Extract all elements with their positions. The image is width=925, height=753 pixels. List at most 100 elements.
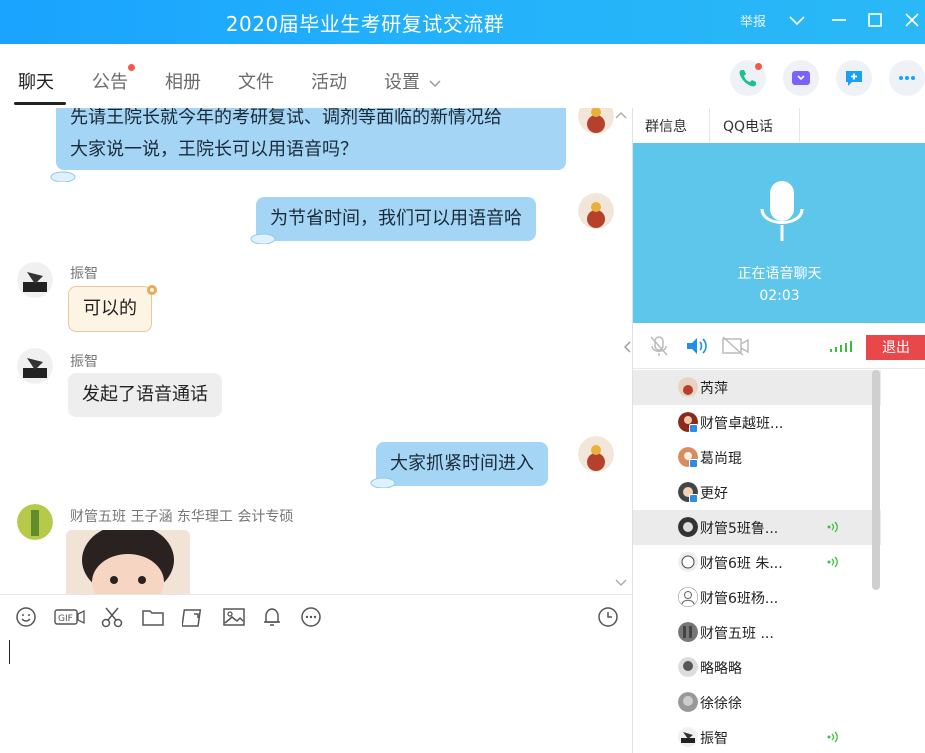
avatar[interactable] <box>578 436 614 472</box>
call-controls: 退出 <box>633 323 925 369</box>
tab-divider <box>799 108 800 142</box>
scroll-up-icon[interactable] <box>614 110 628 120</box>
sender-name: 财管五班 王子涵 东华理工 会计专硕 <box>70 509 294 525</box>
message-text: 大家说一说，王院长可以用语音吗？ <box>70 139 358 160</box>
avatar <box>678 727 698 747</box>
chevron-down-icon[interactable] <box>785 8 809 32</box>
settings-chevron-icon[interactable] <box>428 74 442 93</box>
gif-icon[interactable]: GIF <box>54 605 86 629</box>
member-name: 振智 <box>700 731 728 747</box>
avatar[interactable] <box>578 108 614 134</box>
image-icon[interactable] <box>222 605 246 629</box>
avatar[interactable] <box>17 348 53 384</box>
report-button[interactable]: 举报 <box>740 11 766 30</box>
exit-call-button[interactable]: 退出 <box>866 335 925 360</box>
more-icon <box>899 76 915 80</box>
list-item[interactable]: 财管卓越班... <box>633 405 881 440</box>
tab-files[interactable]: 文件 <box>238 68 274 94</box>
member-name: 略略略 <box>700 661 742 677</box>
tab-chat[interactable]: 聊天 <box>18 68 54 94</box>
speaking-icon <box>827 556 838 568</box>
video-call-button[interactable] <box>783 60 819 96</box>
window-title: 2020届毕业生考研复试交流群 <box>225 12 505 36</box>
list-item[interactable]: 振智 <box>633 720 881 753</box>
mobile-badge-icon <box>689 494 698 503</box>
emoji-icon[interactable] <box>14 605 38 629</box>
title-bar: 2020届毕业生考研复试交流群 举报 <box>0 0 925 44</box>
avatar[interactable] <box>17 262 53 298</box>
mic-muted-icon[interactable] <box>647 334 671 358</box>
voice-call-button[interactable] <box>730 60 766 96</box>
speaking-icon <box>827 731 838 743</box>
list-item[interactable]: 财管6班 朱... <box>633 545 881 580</box>
tab-notice[interactable]: 公告 <box>92 68 128 94</box>
folder-icon[interactable] <box>141 605 165 629</box>
message-text: 发起了语音通话 <box>82 384 208 405</box>
tab-bar: 聊天 公告 相册 文件 活动 设置 <box>0 44 925 108</box>
voice-status: 正在语音聊天 <box>737 266 822 282</box>
scroll-down-icon[interactable] <box>614 578 628 588</box>
member-list[interactable]: 芮萍 财管卓越班... 葛尚琨 更好 财管5班鲁... 财管6班 朱... 财管… <box>633 370 925 753</box>
right-panel: 群信息 QQ电话 正在语音聊天 02:03 退出 芮萍 财管卓越班... 葛尚琨… <box>624 108 925 753</box>
message-input[interactable] <box>0 638 632 753</box>
chat-area[interactable]: 先请王院长就今年的考研复试、调剂等面临的新情况给 大家说一说，王院长可以用语音吗… <box>0 108 632 594</box>
sender-name: 振智 <box>70 266 98 282</box>
avatar <box>678 587 698 607</box>
message-text: 先请王院长就今年的考研复试、调剂等面临的新情况给 <box>70 108 502 128</box>
tab-qq-call[interactable]: QQ电话 <box>723 116 773 136</box>
avatar[interactable] <box>17 504 53 540</box>
message-bubble: 先请王院长就今年的考研复试、调剂等面临的新情况给 大家说一说，王院长可以用语音吗… <box>56 108 566 170</box>
sticker-icon[interactable] <box>181 605 206 629</box>
close-icon[interactable] <box>900 8 924 32</box>
bubble-cloud-icon <box>250 233 276 244</box>
list-item[interactable]: 葛尚琨 <box>633 440 881 475</box>
member-list-scrollbar[interactable] <box>872 370 880 590</box>
bell-icon[interactable] <box>260 605 284 629</box>
call-dot-icon <box>755 63 762 70</box>
member-name: 财管5班鲁... <box>700 521 779 537</box>
avatar <box>678 657 698 677</box>
avatar <box>678 377 698 397</box>
message-text: 为节省时间，我们可以用语音哈 <box>270 208 522 229</box>
message-bubble: 为节省时间，我们可以用语音哈 <box>256 197 536 241</box>
tab-settings[interactable]: 设置 <box>384 68 420 94</box>
member-name: 财管6班杨... <box>700 591 779 607</box>
voice-chat-panel: 正在语音聊天 02:03 <box>633 143 925 323</box>
tab-activity[interactable]: 活动 <box>311 68 347 94</box>
avatar <box>678 552 698 572</box>
list-item[interactable]: 财管五班 ... <box>633 615 881 650</box>
tab-divider <box>709 108 710 142</box>
list-item[interactable]: 芮萍 <box>633 370 881 405</box>
avatar[interactable] <box>578 193 614 229</box>
list-item[interactable]: 略略略 <box>633 650 881 685</box>
message-text: 可以的 <box>83 298 137 319</box>
bubble-cloud-icon <box>370 477 396 488</box>
camera-off-icon[interactable] <box>721 334 751 358</box>
mobile-badge-icon <box>689 424 698 433</box>
svg-text:GIF: GIF <box>58 614 73 624</box>
list-item[interactable]: 更好 <box>633 475 881 510</box>
speaker-icon[interactable] <box>684 334 710 358</box>
list-item[interactable]: 财管5班鲁... <box>633 510 881 545</box>
list-item[interactable]: 财管6班杨... <box>633 580 881 615</box>
mobile-badge-icon <box>689 459 698 468</box>
bubble-cloud-icon <box>50 171 76 182</box>
share-screen-button[interactable] <box>836 60 872 96</box>
image-message[interactable] <box>66 530 190 594</box>
tab-group-info[interactable]: 群信息 <box>645 116 687 136</box>
minimize-icon[interactable] <box>827 8 851 32</box>
more-button[interactable] <box>889 60 925 96</box>
member-name: 财管卓越班... <box>700 416 784 432</box>
list-item[interactable]: 徐徐徐 <box>633 685 881 720</box>
history-clock-icon[interactable] <box>596 605 620 629</box>
more-tools-icon[interactable] <box>299 605 323 629</box>
input-toolbar: GIF <box>0 594 632 638</box>
sender-name: 振智 <box>70 354 98 370</box>
avatar <box>678 692 698 712</box>
maximize-icon[interactable] <box>863 8 887 32</box>
signal-strength-icon <box>830 341 852 352</box>
scissors-icon[interactable] <box>100 605 124 629</box>
message-bubble: 可以的 <box>68 286 152 332</box>
tab-album[interactable]: 相册 <box>165 68 201 94</box>
voice-timer: 02:03 <box>759 288 800 304</box>
